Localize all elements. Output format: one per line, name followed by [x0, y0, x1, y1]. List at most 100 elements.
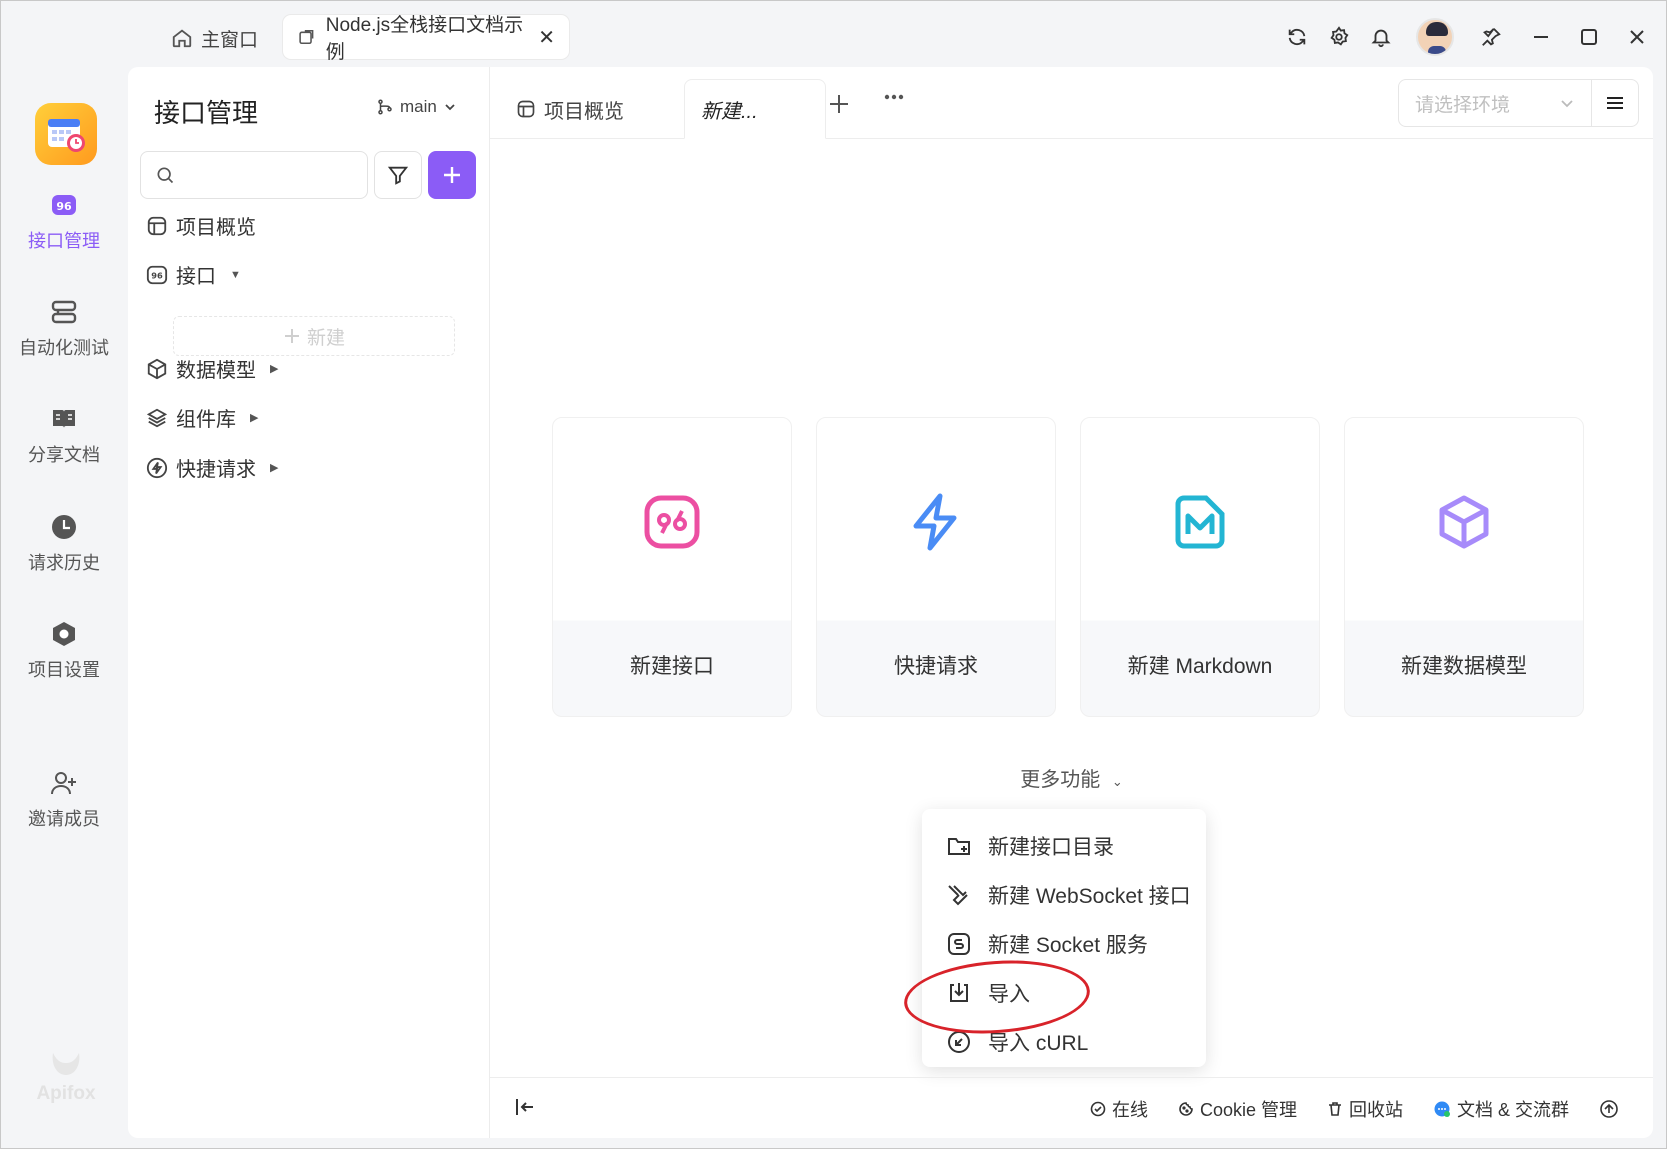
- caret-right-icon[interactable]: ▶: [270, 461, 278, 474]
- tree-item-overview[interactable]: 项目概览: [146, 211, 256, 240]
- more-features-toggle[interactable]: 更多功能 ⌄: [490, 763, 1653, 792]
- caret-right-icon[interactable]: ▶: [270, 362, 278, 375]
- caret-down-icon[interactable]: ▼: [230, 269, 241, 281]
- tab-new[interactable]: 新建...: [684, 79, 826, 139]
- environment-placeholder: 请选择环境: [1415, 94, 1511, 116]
- svg-text:96: 96: [56, 200, 72, 213]
- menu-item-new-websocket[interactable]: 新建 WebSocket 接口: [922, 870, 1206, 919]
- app-window: 主窗口 Node.js全栈接口文档示例 ✕ 96 接口管理 自动化测试 分享文档…: [0, 0, 1667, 1149]
- pin-icon[interactable]: [1470, 16, 1512, 58]
- window-close-icon[interactable]: [1616, 16, 1658, 58]
- home-icon: [172, 29, 192, 48]
- nav-automation-test[interactable]: 自动化测试: [1, 298, 127, 360]
- card-label: 快捷请求: [894, 655, 978, 678]
- cookie-icon: [1179, 1101, 1193, 1116]
- user-avatar[interactable]: [1416, 18, 1454, 56]
- hamburger-icon: [1607, 97, 1623, 109]
- card-new-api[interactable]: 新建接口: [552, 417, 792, 717]
- plus-icon: [284, 329, 299, 343]
- cookie-management[interactable]: Cookie 管理: [1178, 1096, 1297, 1122]
- external-link-icon: [299, 29, 314, 45]
- caret-right-icon[interactable]: ▶: [250, 411, 258, 424]
- search-icon: [157, 167, 174, 184]
- apifox-logo-icon: [52, 1053, 80, 1075]
- api-icon: [644, 495, 700, 549]
- bolt-icon: [913, 493, 957, 551]
- new-api-placeholder[interactable]: 新建: [173, 316, 455, 356]
- docs-community[interactable]: 文档 & 交流群: [1433, 1096, 1569, 1122]
- socket-icon: [948, 932, 970, 955]
- recycle-bin[interactable]: 回收站: [1327, 1096, 1403, 1122]
- new-label: 新建: [306, 327, 345, 349]
- tree-item-quick-request[interactable]: 快捷请求 ▶: [146, 453, 278, 482]
- plus-icon: [444, 167, 460, 183]
- environment-menu-button[interactable]: [1591, 79, 1639, 127]
- settings-icon[interactable]: [1318, 16, 1360, 58]
- menu-item-label: 新建 WebSocket 接口: [988, 884, 1191, 908]
- project-tab[interactable]: Node.js全栈接口文档示例 ✕: [283, 15, 569, 63]
- tree-item-data-model[interactable]: 数据模型 ▶: [146, 354, 278, 383]
- websocket-icon: [948, 884, 968, 905]
- check-circle-icon: [1090, 1101, 1106, 1116]
- nav-label: 请求历史: [28, 553, 100, 573]
- book-icon: [53, 410, 75, 428]
- chevron-down-icon: ⌄: [1111, 774, 1123, 789]
- project-tab-label: Node.js全栈接口文档示例: [325, 15, 524, 63]
- menu-item-new-folder[interactable]: 新建接口目录: [922, 821, 1206, 870]
- nav-request-history[interactable]: 请求历史: [1, 513, 127, 575]
- tree-item-components[interactable]: 组件库 ▶: [146, 403, 258, 432]
- branch-selector[interactable]: main: [376, 97, 457, 117]
- trash-icon: [1328, 1101, 1341, 1116]
- nav-label: 邀请成员: [28, 809, 100, 829]
- add-tab-icon[interactable]: [828, 89, 850, 123]
- card-label: 新建 Markdown: [1127, 655, 1273, 678]
- collapse-sidebar-icon[interactable]: [514, 1096, 536, 1123]
- environment-select[interactable]: 请选择环境: [1398, 79, 1592, 127]
- api-icon: 96: [146, 265, 168, 284]
- card-new-data-model[interactable]: 新建数据模型: [1344, 417, 1584, 717]
- tab-label: 项目概览: [544, 100, 624, 123]
- nav-label: 接口管理: [28, 231, 100, 251]
- docs-label: 文档 & 交流群: [1456, 1099, 1569, 1120]
- refresh-icon[interactable]: [1276, 16, 1318, 58]
- recycle-label: 回收站: [1348, 1099, 1403, 1120]
- bolt-icon: [146, 457, 168, 478]
- nav-label: 项目设置: [28, 660, 100, 680]
- quick-create-cards: 新建接口 快捷请求 新建 Markdown 新建数据模型: [552, 417, 1584, 717]
- search-input[interactable]: [185, 166, 365, 184]
- tree-label: 项目概览: [176, 217, 256, 239]
- filter-icon: [387, 166, 409, 185]
- tree-label: 接口: [176, 266, 216, 288]
- menu-item-new-socket[interactable]: 新建 Socket 服务: [922, 919, 1206, 968]
- menu-item-label: 新建接口目录: [988, 835, 1114, 859]
- tree-item-api[interactable]: 96 接口 ▼: [146, 260, 241, 289]
- nav-project-settings[interactable]: 项目设置: [1, 620, 127, 682]
- close-tab-icon[interactable]: ✕: [538, 25, 555, 50]
- api-panel: 接口管理 main 项目概览 96 接口 ▼ 新建 数据模型 ▶ 组件库 ▶ 快…: [128, 67, 490, 1138]
- nav-share-docs[interactable]: 分享文档: [1, 405, 127, 467]
- tab-label: 新建...: [701, 100, 758, 123]
- status-bar: 在线 Cookie 管理 回收站 文档 & 交流群: [490, 1077, 1653, 1138]
- home-tab-label: 主窗口: [201, 29, 259, 51]
- cube-icon: [1439, 495, 1489, 549]
- card-quick-request[interactable]: 快捷请求: [816, 417, 1056, 717]
- bell-icon[interactable]: [1360, 16, 1402, 58]
- add-button[interactable]: [428, 151, 476, 199]
- filter-button[interactable]: [374, 151, 422, 199]
- tab-project-overview[interactable]: 项目概览: [500, 79, 640, 139]
- more-tabs-icon[interactable]: [882, 85, 906, 116]
- minimize-icon[interactable]: [1520, 16, 1562, 58]
- online-status[interactable]: 在线: [1090, 1096, 1148, 1122]
- upload-icon[interactable]: [1599, 1099, 1619, 1119]
- card-new-markdown[interactable]: 新建 Markdown: [1080, 417, 1320, 717]
- chevron-down-icon: [445, 104, 455, 111]
- apifox-brand: Apifox: [31, 1049, 101, 1105]
- nav-api-management[interactable]: 96 接口管理: [1, 191, 127, 253]
- search-box: [140, 151, 368, 199]
- home-tab[interactable]: 主窗口: [161, 19, 268, 57]
- folder-add-icon: [948, 837, 970, 855]
- tree-label: 组件库: [176, 409, 236, 431]
- nav-label: 分享文档: [28, 445, 100, 465]
- nav-invite-members[interactable]: 邀请成员: [1, 769, 127, 831]
- maximize-icon[interactable]: [1568, 16, 1610, 58]
